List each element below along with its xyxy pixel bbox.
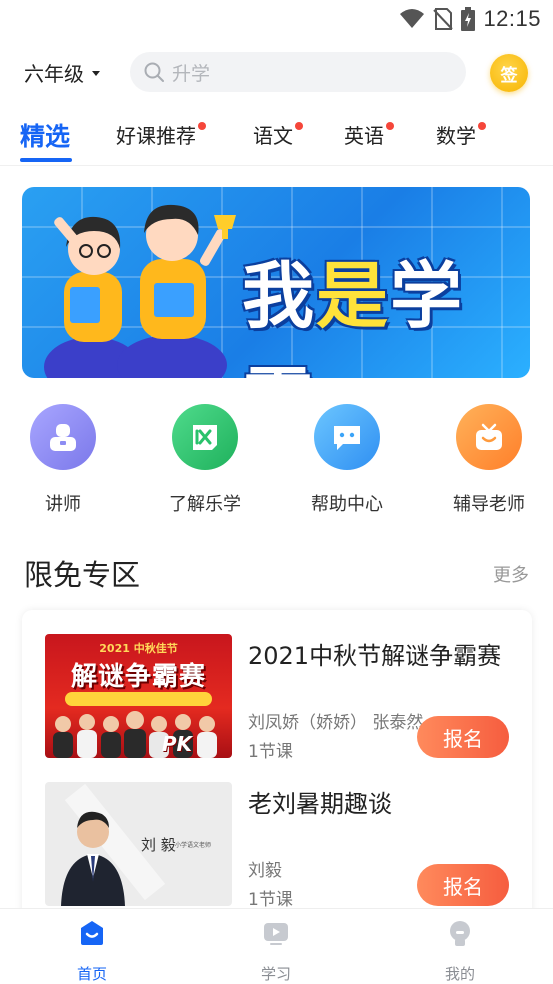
quick-entry-help[interactable]: 帮助中心 [287, 404, 407, 516]
status-bar: 12:15 [0, 0, 553, 38]
sign-in-label: 签 [500, 65, 518, 86]
tab-label: 英语 [344, 124, 384, 148]
active-tab-indicator [20, 158, 72, 162]
course-thumbnail: 2021 中秋佳节 解谜争霸赛 PK [45, 634, 232, 758]
course-teachers: 刘毅 [248, 861, 282, 881]
quick-entry-label: 辅导老师 [453, 494, 525, 515]
status-time: 12:15 [483, 6, 541, 31]
tab-english[interactable]: 英语 [344, 120, 394, 149]
thumbnail-teacher-name: 刘 毅 [141, 836, 176, 854]
top-bar: 六年级 升学 签 [0, 48, 553, 96]
course-item[interactable]: 2021 中秋佳节 解谜争霸赛 PK 2021中秋节解谜争霸赛 刘凤娇（娇娇） … [22, 610, 532, 762]
quick-entry-about[interactable]: 了解乐学 [145, 404, 265, 516]
thumbnail-caption: 2021 中秋佳节 [99, 642, 178, 655]
quick-entry-label: 了解乐学 [169, 494, 241, 515]
new-dot-badge [198, 122, 206, 130]
wifi-icon [400, 9, 425, 28]
course-title: 老刘暑期趣谈 [248, 790, 392, 818]
chat-help-icon [314, 404, 380, 470]
play-icon [264, 923, 288, 945]
category-tabs: 精选 好课推荐 语文 英语 数学 [0, 110, 553, 166]
nav-label: 首页 [76, 965, 107, 983]
grade-label: 六年级 [24, 62, 84, 86]
boy-illustration [117, 204, 236, 378]
new-dot-badge [478, 122, 486, 130]
teachers-photo [53, 711, 217, 758]
tab-featured[interactable]: 精选 [20, 117, 70, 153]
tab-chinese[interactable]: 语文 [253, 120, 303, 149]
nav-home[interactable]: 首页 [52, 919, 132, 984]
new-dot-badge [386, 122, 394, 130]
thumbnail-tag-strip [65, 692, 212, 706]
course-thumbnail: 刘 毅 小学语文老师 [45, 782, 232, 906]
nav-study[interactable]: 学习 [236, 919, 316, 984]
no-sim-icon [433, 8, 454, 30]
quick-entry-label: 帮助中心 [311, 494, 383, 515]
quick-entries: 讲师 了解乐学 帮助中心 辅导老师 [0, 404, 553, 524]
tab-label: 精选 [20, 122, 71, 151]
caret-down-icon [92, 71, 100, 76]
signup-button[interactable]: 报名 [417, 716, 509, 758]
new-dot-badge [295, 122, 303, 130]
grade-selector[interactable]: 六年级 [24, 58, 100, 87]
free-courses-card: 2021 中秋佳节 解谜争霸赛 PK 2021中秋节解谜争霸赛 刘凤娇（娇娇） … [22, 610, 532, 930]
thumbnail-title: 解谜争霸赛 [70, 662, 206, 692]
course-title: 2021中秋节解谜争霸赛 [248, 642, 502, 670]
thumbnail-teacher-role: 小学语文老师 [175, 842, 212, 849]
nav-label: 学习 [260, 965, 291, 983]
search-bar[interactable]: 升学 [130, 52, 466, 92]
search-placeholder: 升学 [172, 62, 211, 85]
banner-title: 我是学霸 [242, 254, 465, 378]
search-icon [144, 62, 164, 82]
promo-banner[interactable]: 我是学霸 [22, 187, 530, 378]
more-link[interactable]: 更多 [493, 561, 529, 587]
nav-label: 我的 [444, 965, 475, 983]
lecturer-icon [30, 404, 96, 470]
home-icon [81, 921, 103, 945]
sign-in-button[interactable]: 签 [490, 54, 528, 92]
tab-math[interactable]: 数学 [436, 120, 486, 149]
section-title: 限免专区 [24, 558, 141, 592]
course-item[interactable]: 刘 毅 小学语文老师 老刘暑期趣谈 刘毅 1节课 报名 [22, 758, 532, 910]
profile-icon [450, 921, 470, 946]
nav-mine[interactable]: 我的 [420, 919, 500, 984]
tab-label: 语文 [253, 124, 293, 148]
tab-label: 数学 [436, 124, 476, 148]
pk-badge: PK [161, 732, 192, 756]
quick-entry-label: 讲师 [45, 494, 81, 515]
course-teachers: 刘凤娇（娇娇） 张泰然 [248, 713, 424, 733]
tv-tutor-icon [456, 404, 522, 470]
signup-button[interactable]: 报名 [417, 864, 509, 906]
battery-charging-icon [461, 7, 476, 31]
quick-entry-tutor[interactable]: 辅导老师 [429, 404, 549, 516]
bottom-navigation: 首页 学习 我的 [0, 908, 553, 984]
course-lesson-count: 1节课 [248, 890, 293, 910]
lexue-icon [172, 404, 238, 470]
quick-entry-lecturers[interactable]: 讲师 [3, 404, 123, 516]
tab-recommended[interactable]: 好课推荐 [116, 120, 206, 149]
tab-label: 好课推荐 [116, 124, 196, 148]
